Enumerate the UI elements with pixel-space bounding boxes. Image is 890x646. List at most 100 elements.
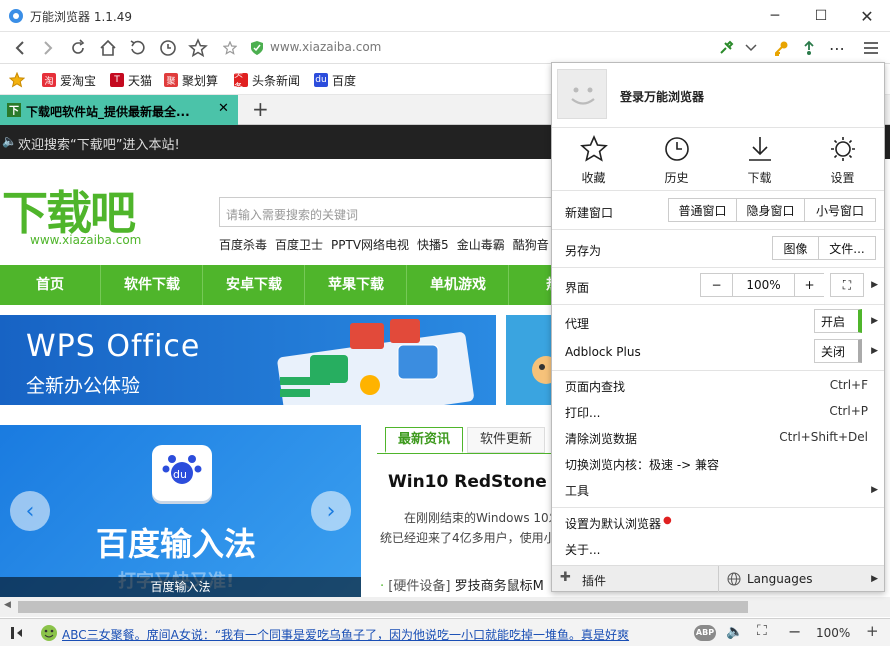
scroll-left-icon[interactable]: ◀ (4, 600, 11, 610)
adblock-row[interactable]: Adblock Plus 关闭 ▶ (552, 339, 884, 365)
quick-star-button[interactable]: 收藏 (552, 127, 635, 189)
hot-link[interactable]: 百度杀毒 (219, 238, 267, 252)
languages-item[interactable]: Languages ▶ (718, 566, 884, 592)
volume-icon[interactable]: 🔈 (726, 624, 743, 640)
clear-data-item[interactable]: 清除浏览数据 Ctrl+Shift+Del (552, 430, 884, 448)
bookmark-juhuasuan[interactable]: 聚聚划算 (164, 72, 218, 88)
site-nav-item[interactable]: 首页 (0, 265, 101, 305)
hot-link[interactable]: 百度卫士 (275, 238, 323, 252)
hot-link[interactable]: 金山毒霸 (457, 238, 505, 252)
chevron-right-icon: ▶ (871, 574, 878, 584)
home-button[interactable] (96, 36, 120, 60)
bookmark-tmall[interactable]: T 天猫 (110, 72, 152, 88)
tab-software-updates[interactable]: 软件更新 (467, 427, 545, 453)
star-icon (580, 135, 608, 162)
fullscreen-button[interactable]: ⛶ (830, 273, 864, 297)
site-search-placeholder: 请输入需要搜索的关键词 (226, 208, 359, 222)
save-file-button[interactable]: 文件... (818, 236, 876, 260)
title-bar: 万能浏览器 1.1.49 ─ ☐ ✕ (0, 0, 890, 32)
news-tab-divider (377, 453, 553, 454)
scroll-thumb[interactable] (18, 601, 748, 613)
slider-next-button[interactable]: › (311, 491, 351, 531)
proxy-toggle[interactable]: 开启 (814, 309, 862, 333)
new-tab-button[interactable]: + (252, 97, 269, 121)
headline[interactable]: Win10 RedStone 2 (388, 472, 564, 492)
status-zoom[interactable]: 100% (816, 626, 850, 640)
pin-icon[interactable] (712, 36, 740, 60)
side-banner[interactable] (506, 315, 560, 405)
news-emoji-icon (41, 625, 57, 641)
baidu-banner[interactable]: du 百度输入法 打字又快又准! ‹ › 百度输入法 (0, 425, 361, 597)
plugins-item[interactable]: ✚ 插件 (552, 566, 718, 592)
site-nav-item[interactable]: 软件下载 (102, 265, 203, 305)
site-nav-item[interactable]: 单机游戏 (408, 265, 509, 305)
tools-item[interactable]: 工具 ▶ (552, 482, 884, 500)
hot-link[interactable]: 酷狗音 (513, 238, 549, 252)
globe-icon (727, 572, 741, 586)
zoom-out-icon[interactable]: − (788, 622, 801, 641)
history-button[interactable] (156, 36, 180, 60)
slider-prev-button[interactable]: ‹ (10, 491, 50, 531)
favorite-star-button[interactable] (186, 36, 210, 60)
chevron-right-icon: ▶ (871, 280, 878, 290)
quick-download-button[interactable]: 下载 (718, 127, 801, 189)
back-button[interactable] (8, 36, 32, 60)
bookmark-baidu[interactable]: du 百度 (314, 72, 356, 88)
print-item[interactable]: 打印... Ctrl+P (552, 404, 884, 422)
add-bookmark-button[interactable] (218, 36, 242, 60)
quick-gear-button[interactable]: 设置 (801, 127, 884, 189)
chevron-right-icon: ▶ (871, 316, 878, 326)
hot-link[interactable]: 快播5 (417, 238, 449, 252)
forward-button[interactable] (36, 36, 60, 60)
set-default-item[interactable]: 设置为默认浏览器 ● (552, 515, 884, 533)
tab-xiazaiba[interactable]: 下 下载吧软件站_提供最新最全... ✕ (0, 95, 238, 125)
proxy-row[interactable]: 代理 开启 ▶ (552, 309, 884, 335)
undo-close-button[interactable] (126, 36, 150, 60)
news-item[interactable]: · [硬件设备] 罗技商务鼠标M (380, 575, 544, 594)
about-item[interactable]: 关于... (552, 541, 884, 559)
alt-account-window-button[interactable]: 小号窗口 (804, 198, 876, 222)
quick-clock-button[interactable]: 历史 (635, 127, 718, 189)
horizontal-scrollbar[interactable]: ◀ (0, 597, 890, 617)
find-in-page-item[interactable]: 页面内查找 Ctrl+F (552, 378, 884, 396)
hot-link[interactable]: PPTV网络电视 (331, 238, 409, 252)
switch-kernel-item[interactable]: 切换浏览内核：极速 -> 兼容 (552, 456, 884, 474)
close-button[interactable]: ✕ (844, 0, 890, 32)
zoom-in-icon[interactable]: + (866, 622, 879, 640)
shield-icon (251, 41, 263, 55)
incognito-window-button[interactable]: 隐身窗口 (736, 198, 804, 222)
refresh-button[interactable] (66, 36, 90, 60)
minimize-button[interactable]: ─ (752, 0, 798, 32)
tab-close-icon[interactable]: ✕ (218, 101, 229, 116)
more-icon[interactable]: ⋯ (826, 36, 848, 60)
normal-window-button[interactable]: 普通窗口 (668, 198, 736, 222)
adblock-badge[interactable]: ABP (694, 625, 716, 641)
site-logo[interactable]: 下载吧 www.xiazaiba.com (2, 177, 172, 247)
status-news-link[interactable]: ABC三女聚餐。席间A女说：“我有一个同事是爱吃乌鱼子了，因为他说吃一小口就能吃… (62, 626, 632, 643)
zoom-plus-button[interactable]: + (794, 273, 824, 297)
xiazaiba-favicon: 下 (7, 103, 21, 117)
taobao-icon: 淘 (42, 73, 56, 87)
wps-title: WPS Office (26, 329, 201, 364)
site-nav-item[interactable]: 安卓下载 (204, 265, 305, 305)
chevron-down-icon[interactable] (740, 36, 762, 60)
maximize-button[interactable]: ☐ (798, 0, 844, 32)
bookmark-toutiao[interactable]: 头条 头条新闻 (234, 70, 300, 93)
url-text[interactable]: www.xiazaiba.com (270, 40, 381, 54)
adblock-toggle[interactable]: 关闭 (814, 339, 862, 363)
site-search-input[interactable]: 请输入需要搜索的关键词 (219, 197, 559, 227)
zoom-minus-button[interactable]: − (700, 273, 732, 297)
sidebar-toggle-icon[interactable] (10, 625, 24, 641)
save-image-button[interactable]: 图像 (772, 236, 818, 260)
login-row[interactable]: 登录万能浏览器 (552, 63, 884, 127)
site-nav-item[interactable]: 苹果下载 (306, 265, 407, 305)
mouse-gesture-icon[interactable] (798, 36, 820, 60)
favorites-star-icon[interactable] (9, 72, 25, 88)
wps-banner[interactable]: WPS Office 全新办公体验 (0, 315, 496, 405)
main-menu-button[interactable] (858, 36, 884, 60)
key-icon[interactable] (770, 36, 792, 60)
fullscreen-icon[interactable]: ⛶ (757, 623, 767, 639)
tab-latest-news[interactable]: 最新资讯 (385, 427, 463, 453)
address-bar[interactable]: www.xiazaiba.com (244, 37, 710, 59)
bookmark-taobao[interactable]: 淘爱淘宝 (42, 72, 96, 88)
